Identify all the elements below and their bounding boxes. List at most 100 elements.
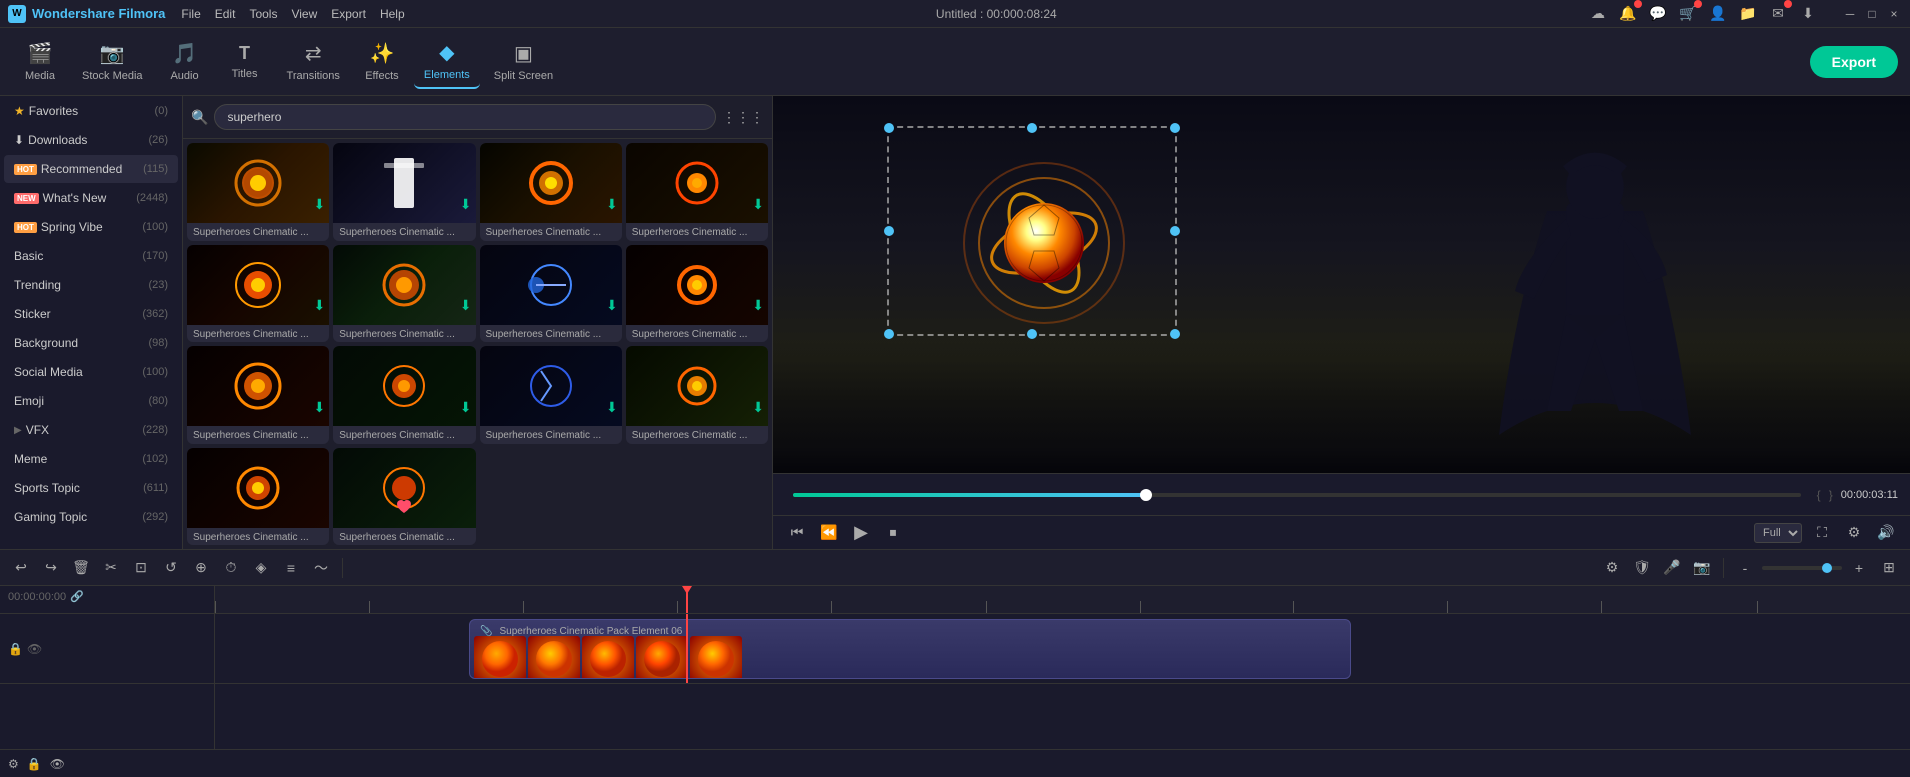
sidebar-item-emoji[interactable]: Emoji (80)	[4, 387, 178, 415]
tool-audio[interactable]: 🎵 Audio	[157, 35, 213, 88]
mirror-button[interactable]: ⊕	[188, 555, 214, 581]
ruler-line-4	[831, 601, 832, 613]
tl-shield-button[interactable]: 🛡	[1629, 555, 1655, 581]
element-card-10[interactable]: ⬇ Superheroes Cinematic ...	[480, 346, 622, 444]
tool-transitions[interactable]: ⇄ Transitions	[277, 35, 350, 88]
tl-zoom-out-button[interactable]: -	[1732, 555, 1758, 581]
progress-bar[interactable]	[793, 493, 1801, 497]
menu-view[interactable]: View	[291, 7, 317, 21]
cut-button[interactable]: ✂	[98, 555, 124, 581]
sidebar-item-basic[interactable]: Basic (170)	[4, 242, 178, 270]
crop-button[interactable]: ⊡	[128, 555, 154, 581]
element-card-3[interactable]: ⬇ Superheroes Cinematic ...	[626, 143, 768, 241]
mail-icon[interactable]: ✉	[1768, 4, 1788, 24]
sidebar-item-downloads[interactable]: ⬇ Downloads (26)	[4, 126, 178, 154]
tool-stock-media[interactable]: 📷 Stock Media	[72, 35, 153, 88]
menu-file[interactable]: File	[181, 7, 200, 21]
element-card-4[interactable]: ⬇ Superheroes Cinematic ...	[187, 245, 329, 343]
sidebar-item-spring-vibe[interactable]: HOT Spring Vibe (100)	[4, 213, 178, 241]
status-lock-button[interactable]: 🔒	[27, 757, 42, 771]
timeline-tracks-labels: 00:00:00:00 🔗 🔒 👁	[0, 586, 215, 749]
element-card-13[interactable]: Superheroes Cinematic ...	[333, 448, 475, 546]
stop-button[interactable]: ⏹	[881, 521, 905, 545]
minimize-button[interactable]: ─	[1842, 6, 1858, 22]
account-icon[interactable]: 👤	[1708, 4, 1728, 24]
cart-icon[interactable]: 🛒	[1678, 4, 1698, 24]
tl-camera-button[interactable]: 📷	[1689, 555, 1715, 581]
tool-media[interactable]: 🎬 Media	[12, 35, 68, 88]
sidebar-item-vfx[interactable]: ▶ VFX (228)	[4, 416, 178, 444]
cloud-icon[interactable]: ☁	[1588, 4, 1608, 24]
sidebar-item-sports-topic[interactable]: Sports Topic (611)	[4, 474, 178, 502]
tool-titles[interactable]: T Titles	[217, 37, 273, 86]
undo-button[interactable]: ↩	[8, 555, 34, 581]
chat-icon[interactable]: 💬	[1648, 4, 1668, 24]
download-element-icon-6: ⬇	[606, 297, 618, 314]
tl-mic-button[interactable]: 🎤	[1659, 555, 1685, 581]
quality-select[interactable]: Full 1/2 1/4	[1754, 523, 1802, 543]
volume-button[interactable]: 🔊	[1874, 521, 1898, 545]
sidebar-item-gaming-topic[interactable]: Gaming Topic (292)	[4, 503, 178, 531]
aspect-ratio-button[interactable]: ⛶	[1810, 521, 1834, 545]
notification-icon[interactable]: 🔔	[1618, 4, 1638, 24]
tl-zoom-in-button[interactable]: +	[1846, 555, 1872, 581]
settings-icon[interactable]: ⚙	[1842, 521, 1866, 545]
sidebar-item-favorites[interactable]: ★ Favorites (0)	[4, 97, 178, 125]
search-input[interactable]	[214, 104, 716, 130]
element-card-11[interactable]: ⬇ Superheroes Cinematic ...	[626, 346, 768, 444]
status-eye-button[interactable]: 👁	[50, 757, 65, 771]
sidebar-item-recommended[interactable]: HOT Recommended (115)	[4, 155, 178, 183]
element-card-0[interactable]: ⬇ Superheroes Cinematic ...	[187, 143, 329, 241]
grid-toggle-icon[interactable]: ⋮⋮⋮	[722, 109, 764, 126]
reset-button[interactable]: ↺	[158, 555, 184, 581]
split-button[interactable]: ≡	[278, 555, 304, 581]
clip-thumb-5	[690, 636, 742, 679]
skip-back-button[interactable]: ⏮	[785, 521, 809, 545]
sidebar-item-trending[interactable]: Trending (23)	[4, 271, 178, 299]
tl-fit-button[interactable]: ⊞	[1876, 555, 1902, 581]
timeline-clip[interactable]: 📎 Superheroes Cinematic Pack Element 06	[469, 619, 1350, 679]
element-card-1[interactable]: ⬇ Superheroes Cinematic ...	[333, 143, 475, 241]
lock-icon[interactable]: 🔒	[8, 642, 23, 656]
audio-wave-button[interactable]: 〜	[308, 555, 334, 581]
element-card-5[interactable]: ⬇ Superheroes Cinematic ...	[333, 245, 475, 343]
redo-button[interactable]: ↪	[38, 555, 64, 581]
element-card-7[interactable]: ⬇ Superheroes Cinematic ...	[626, 245, 768, 343]
menu-edit[interactable]: Edit	[215, 7, 236, 21]
element-card-6[interactable]: ⬇ Superheroes Cinematic ...	[480, 245, 622, 343]
media-icon: 🎬	[28, 41, 53, 66]
tool-effects[interactable]: ✨ Effects	[354, 35, 410, 88]
element-card-12[interactable]: Superheroes Cinematic ...	[187, 448, 329, 546]
element-card-2[interactable]: ⬇ Superheroes Cinematic ...	[480, 143, 622, 241]
sidebar-item-sticker[interactable]: Sticker (362)	[4, 300, 178, 328]
timer-button[interactable]: ⏱	[218, 555, 244, 581]
tool-elements[interactable]: ◆ Elements	[414, 34, 480, 89]
play-button[interactable]: ▶	[849, 521, 873, 545]
menu-help[interactable]: Help	[380, 7, 405, 21]
eye-icon[interactable]: 👁	[27, 642, 42, 656]
search-bar: 🔍 ⋮⋮⋮	[183, 96, 772, 139]
elements-sidebar: ★ Favorites (0) ⬇ Downloads (26) HOT Rec…	[0, 96, 183, 549]
app-logo: W Wondershare Filmora	[8, 5, 165, 23]
element-card-8[interactable]: ⬇ Superheroes Cinematic ...	[187, 346, 329, 444]
folder-icon[interactable]: 📁	[1738, 4, 1758, 24]
tl-settings-button[interactable]: ⚙	[1599, 555, 1625, 581]
delete-button[interactable]: 🗑	[68, 555, 94, 581]
tool-split-screen[interactable]: ▣ Split Screen	[484, 35, 563, 88]
maximize-button[interactable]: □	[1864, 6, 1880, 22]
zoom-slider[interactable]	[1762, 566, 1842, 570]
color-button[interactable]: ◈	[248, 555, 274, 581]
step-back-button[interactable]: ⏪	[817, 521, 841, 545]
menu-export[interactable]: Export	[331, 7, 366, 21]
download-icon[interactable]: ⬇	[1798, 4, 1818, 24]
menu-tools[interactable]: Tools	[249, 7, 277, 21]
export-button[interactable]: Export	[1810, 46, 1898, 78]
close-button[interactable]: ×	[1886, 6, 1902, 22]
status-snap-button[interactable]: ⚙	[8, 757, 19, 771]
sidebar-item-whats-new[interactable]: NEW What's New (2448)	[4, 184, 178, 212]
sidebar-item-background[interactable]: Background (98)	[4, 329, 178, 357]
element-card-9[interactable]: ⬇ Superheroes Cinematic ...	[333, 346, 475, 444]
sidebar-item-social-media[interactable]: Social Media (100)	[4, 358, 178, 386]
tl-snap-button[interactable]: 🔗	[70, 590, 84, 603]
sidebar-item-meme[interactable]: Meme (102)	[4, 445, 178, 473]
